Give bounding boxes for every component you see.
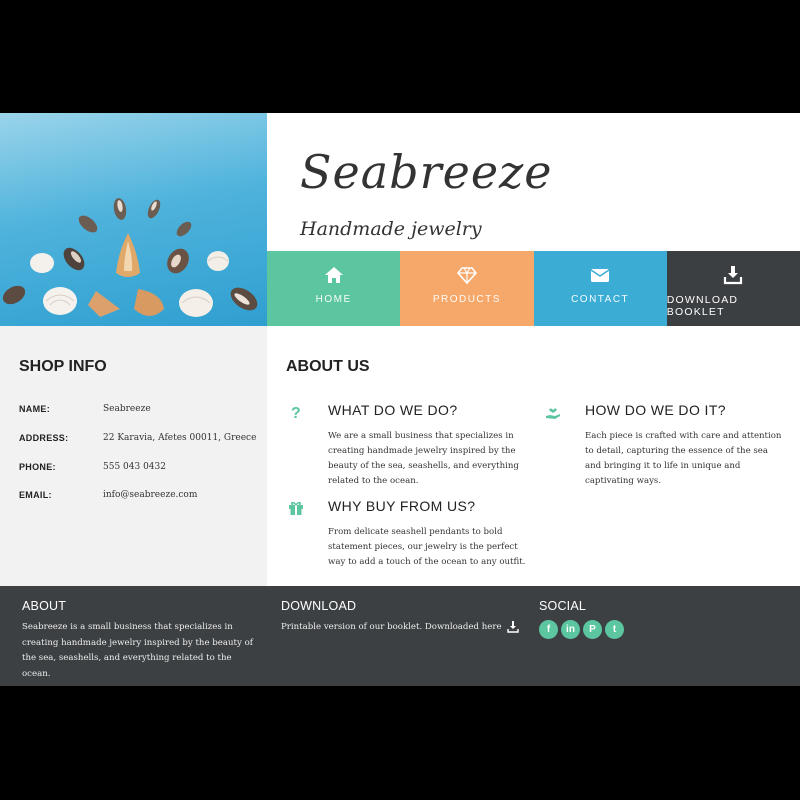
diamond-icon [456, 267, 477, 285]
footer-download-row: Printable version of our booklet. Downlo… [281, 620, 521, 636]
about-us-section: ABOUT US ? WHAT DO WE DO? We are a small… [267, 326, 800, 586]
site-tagline: Handmade jewelry [300, 218, 482, 240]
envelope-icon [590, 269, 610, 282]
site-title: Seabreeze [300, 145, 553, 199]
nav-item-label: DOWNLOAD BOOKLET [666, 294, 739, 318]
main-nav: HOME PRODUCTS CONTACT DOWNLOAD BOOKLET [267, 251, 800, 326]
feature-how: HOW DO WE DO IT? Each piece is crafted w… [546, 402, 785, 489]
info-row-name: NAME: Seabreeze [19, 404, 151, 414]
info-key: ADDRESS: [19, 433, 69, 443]
info-row-address: ADDRESS: 22 Karavia, Afetes 00011, Greec… [19, 433, 256, 443]
feature-text: From delicate seashell pendants to bold … [328, 527, 526, 567]
footer-download-title: DOWNLOAD [281, 599, 357, 613]
nav-item-label: HOME [315, 294, 352, 305]
heart-hand-icon [546, 408, 560, 419]
info-key: EMAIL: [19, 490, 52, 500]
feature-title: WHY BUY FROM US? [328, 498, 476, 514]
feature-text: We are a small business that specializes… [328, 431, 519, 486]
feature-text: Each piece is crafted with care and atte… [585, 431, 782, 486]
download-icon[interactable] [507, 620, 519, 633]
footer-about-text: Seabreeze is a small business that speci… [22, 622, 253, 679]
info-value: Seabreeze [103, 404, 151, 414]
nav-item-download-booklet[interactable]: DOWNLOAD BOOKLET [666, 251, 800, 326]
shop-info-section: SHOP INFO NAME: Seabreeze ADDRESS: 22 Ka… [0, 326, 267, 586]
info-value: 555 043 0432 [103, 462, 166, 472]
about-us-heading: ABOUT US [286, 358, 370, 375]
feature-title: WHAT DO WE DO? [328, 402, 458, 418]
nav-item-products[interactable]: PRODUCTS [400, 251, 534, 326]
info-row-email: EMAIL: info@seabreeze.com [19, 490, 197, 500]
facebook-icon[interactable]: f [539, 620, 558, 639]
footer-about-title: ABOUT [22, 599, 67, 613]
page: Seabreeze Handmade jewelry HOME PRODUCTS… [0, 113, 800, 686]
feature-why-buy: WHY BUY FROM US? From delicate seashell … [289, 498, 528, 570]
footer-download: DOWNLOAD Printable version of our bookle… [281, 599, 521, 636]
nav-item-label: CONTACT [571, 294, 630, 305]
footer-about: ABOUT Seabreeze is a small business that… [22, 599, 262, 682]
svg-text:?: ? [291, 405, 301, 420]
footer-download-text: Printable version of our booklet. Downlo… [281, 622, 502, 632]
brand-header: Seabreeze Handmade jewelry [267, 113, 800, 251]
social-links: f in P t [539, 620, 739, 639]
feature-what: ? WHAT DO WE DO? We are a small business… [291, 402, 528, 489]
feature-title: HOW DO WE DO IT? [585, 402, 726, 418]
footer-social-title: SOCIAL [539, 599, 587, 613]
site-footer: ABOUT Seabreeze is a small business that… [0, 586, 800, 686]
pinterest-icon[interactable]: P [583, 620, 602, 639]
hero-seashell-image [0, 113, 267, 326]
home-icon [324, 267, 343, 283]
footer-social: SOCIAL f in P t [539, 599, 739, 639]
info-value[interactable]: info@seabreeze.com [103, 490, 197, 500]
download-icon [724, 266, 743, 285]
gift-icon [289, 501, 303, 515]
nav-item-label: PRODUCTS [432, 294, 501, 305]
nav-item-home[interactable]: HOME [267, 251, 401, 326]
twitter-icon[interactable]: t [605, 620, 624, 639]
shop-info-heading: SHOP INFO [19, 358, 107, 375]
info-row-phone: PHONE: 555 043 0432 [19, 462, 166, 472]
nav-item-contact[interactable]: CONTACT [533, 251, 667, 326]
question-icon: ? [291, 405, 301, 420]
info-key: PHONE: [19, 462, 56, 472]
info-value: 22 Karavia, Afetes 00011, Greece [103, 433, 257, 443]
info-key: NAME: [19, 404, 50, 414]
linkedin-icon[interactable]: in [561, 620, 580, 639]
